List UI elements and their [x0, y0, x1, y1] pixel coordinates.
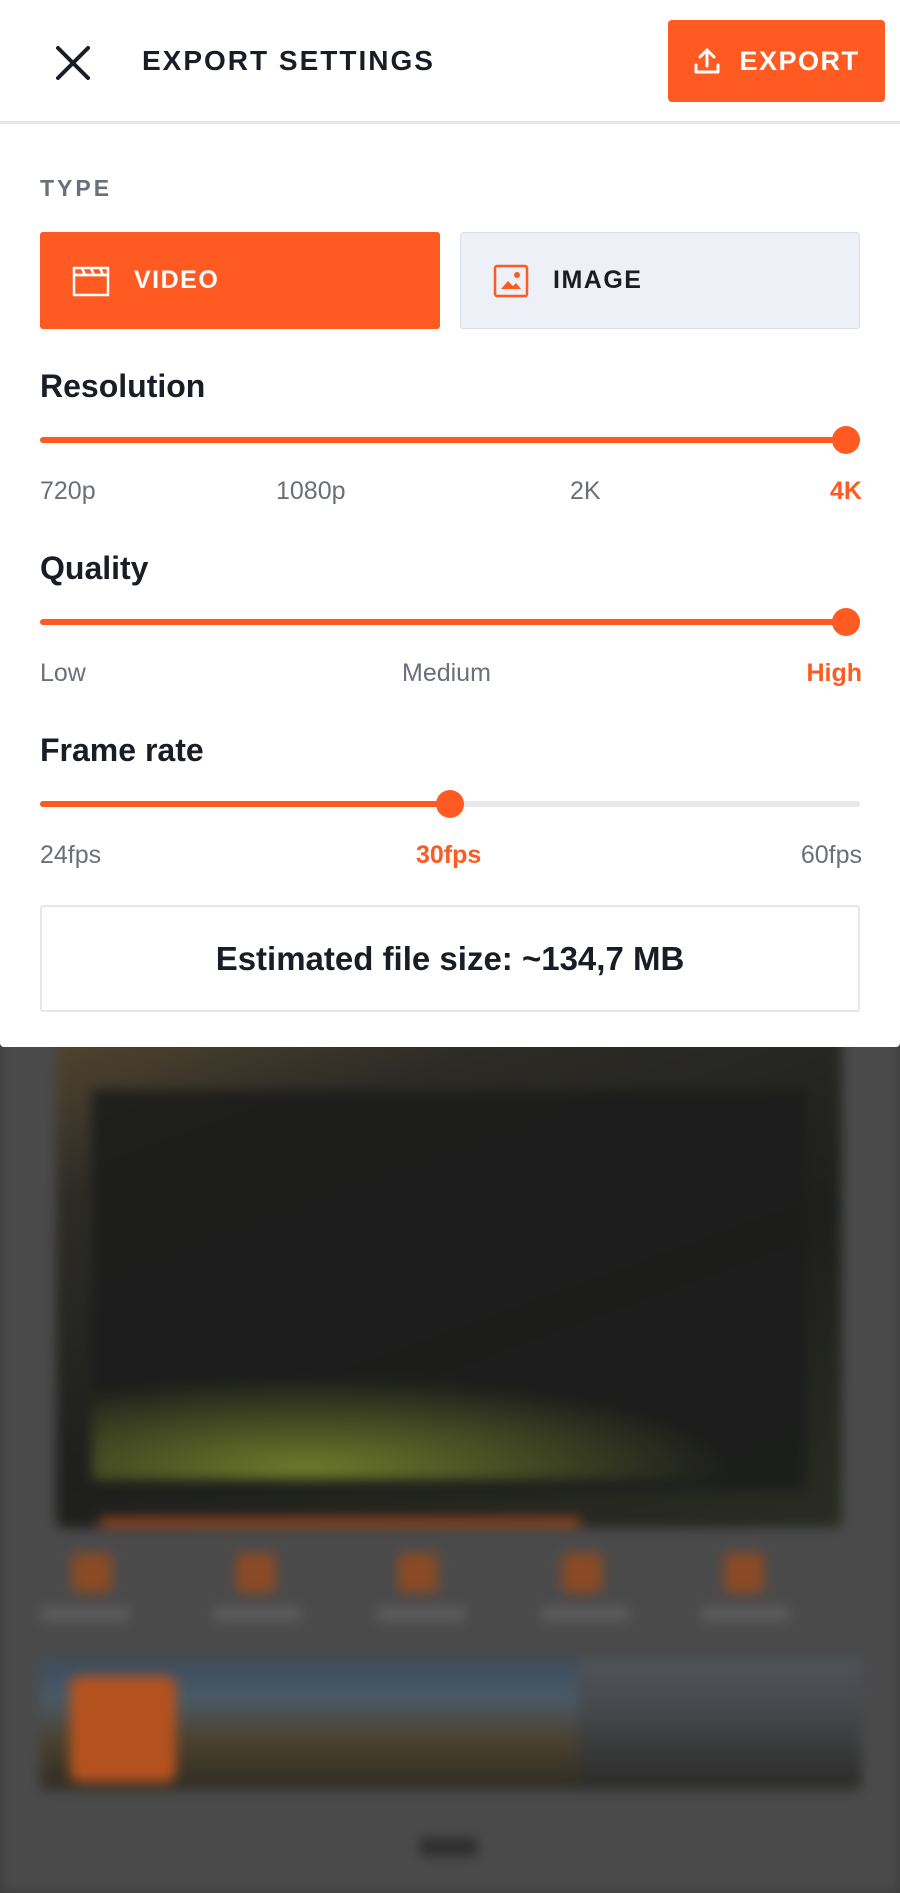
tool-label — [376, 1607, 466, 1621]
frame-rate-slider[interactable] — [40, 789, 860, 819]
frame-rate-option-24fps[interactable]: 24fps — [40, 841, 101, 870]
close-button[interactable] — [48, 38, 98, 88]
estimated-file-size-text: Estimated file size: ~134,7 MB — [215, 939, 685, 977]
resolution-slider[interactable] — [40, 425, 860, 455]
type-image-button[interactable]: IMAGE — [460, 232, 860, 329]
upload-icon — [694, 48, 720, 74]
slider-thumb[interactable] — [832, 426, 860, 454]
tool-label — [40, 1607, 130, 1621]
close-icon — [56, 46, 90, 80]
frame-rate-option-60fps[interactable]: 60fps — [801, 841, 862, 870]
slider-fill — [40, 437, 860, 443]
type-video-label: VIDEO — [134, 266, 220, 294]
resolution-title: Resolution — [40, 368, 206, 404]
gauge-tool-icon — [236, 1553, 276, 1593]
slider-thumb[interactable] — [832, 608, 860, 636]
type-video-button[interactable]: VIDEO — [40, 232, 440, 329]
resolution-option-1080p[interactable]: 1080p — [276, 477, 346, 506]
quality-option-high[interactable]: High — [806, 659, 862, 688]
resolution-options: 720p 1080p 2K 4K — [40, 477, 862, 511]
title-tool-icon — [398, 1553, 438, 1593]
frame-rate-title: Frame rate — [40, 732, 204, 768]
quality-option-medium[interactable]: Medium — [402, 659, 491, 688]
tool-label — [540, 1607, 630, 1621]
page-title: EXPORT SETTINGS — [142, 45, 435, 76]
slider-fill — [40, 619, 860, 625]
frame-rate-options: 24fps 30fps 60fps — [40, 841, 862, 875]
estimated-file-size: Estimated file size: ~134,7 MB — [40, 905, 860, 1012]
slider-thumb[interactable] — [436, 790, 464, 818]
quality-options: Low Medium High — [40, 659, 862, 693]
type-image-label: IMAGE — [553, 266, 643, 294]
template-tool-icon — [72, 1553, 112, 1593]
playback-progress — [100, 1518, 580, 1526]
quality-slider[interactable] — [40, 607, 860, 637]
resolution-option-4k[interactable]: 4K — [830, 477, 862, 506]
clapperboard-icon — [72, 266, 110, 296]
sticker-tool-icon — [724, 1553, 764, 1593]
type-section-label: TYPE — [40, 175, 113, 201]
export-button[interactable]: EXPORT — [668, 20, 885, 102]
export-settings-sheet: EXPORT SETTINGS EXPORT TYPE VIDEO IMAGE … — [0, 0, 900, 1047]
resolution-option-2k[interactable]: 2K — [570, 477, 601, 506]
tool-label — [700, 1607, 790, 1621]
editor-toolbar — [0, 1545, 900, 1635]
quality-option-low[interactable]: Low — [40, 659, 86, 688]
image-icon — [493, 264, 529, 297]
add-clip-button — [70, 1676, 176, 1782]
slider-fill — [40, 801, 450, 807]
timeline-clip — [578, 1660, 862, 1790]
quality-title: Quality — [40, 550, 149, 586]
elevation-graph — [92, 1360, 806, 1480]
export-button-label: EXPORT — [739, 45, 860, 76]
map-tool-icon — [562, 1553, 602, 1593]
tool-label — [212, 1607, 302, 1621]
frame-rate-option-30fps[interactable]: 30fps — [416, 841, 481, 870]
video-preview — [56, 1000, 842, 1528]
resolution-option-720p[interactable]: 720p — [40, 477, 96, 506]
timeline-time — [420, 1838, 478, 1856]
sheet-header: EXPORT SETTINGS EXPORT — [0, 0, 900, 124]
